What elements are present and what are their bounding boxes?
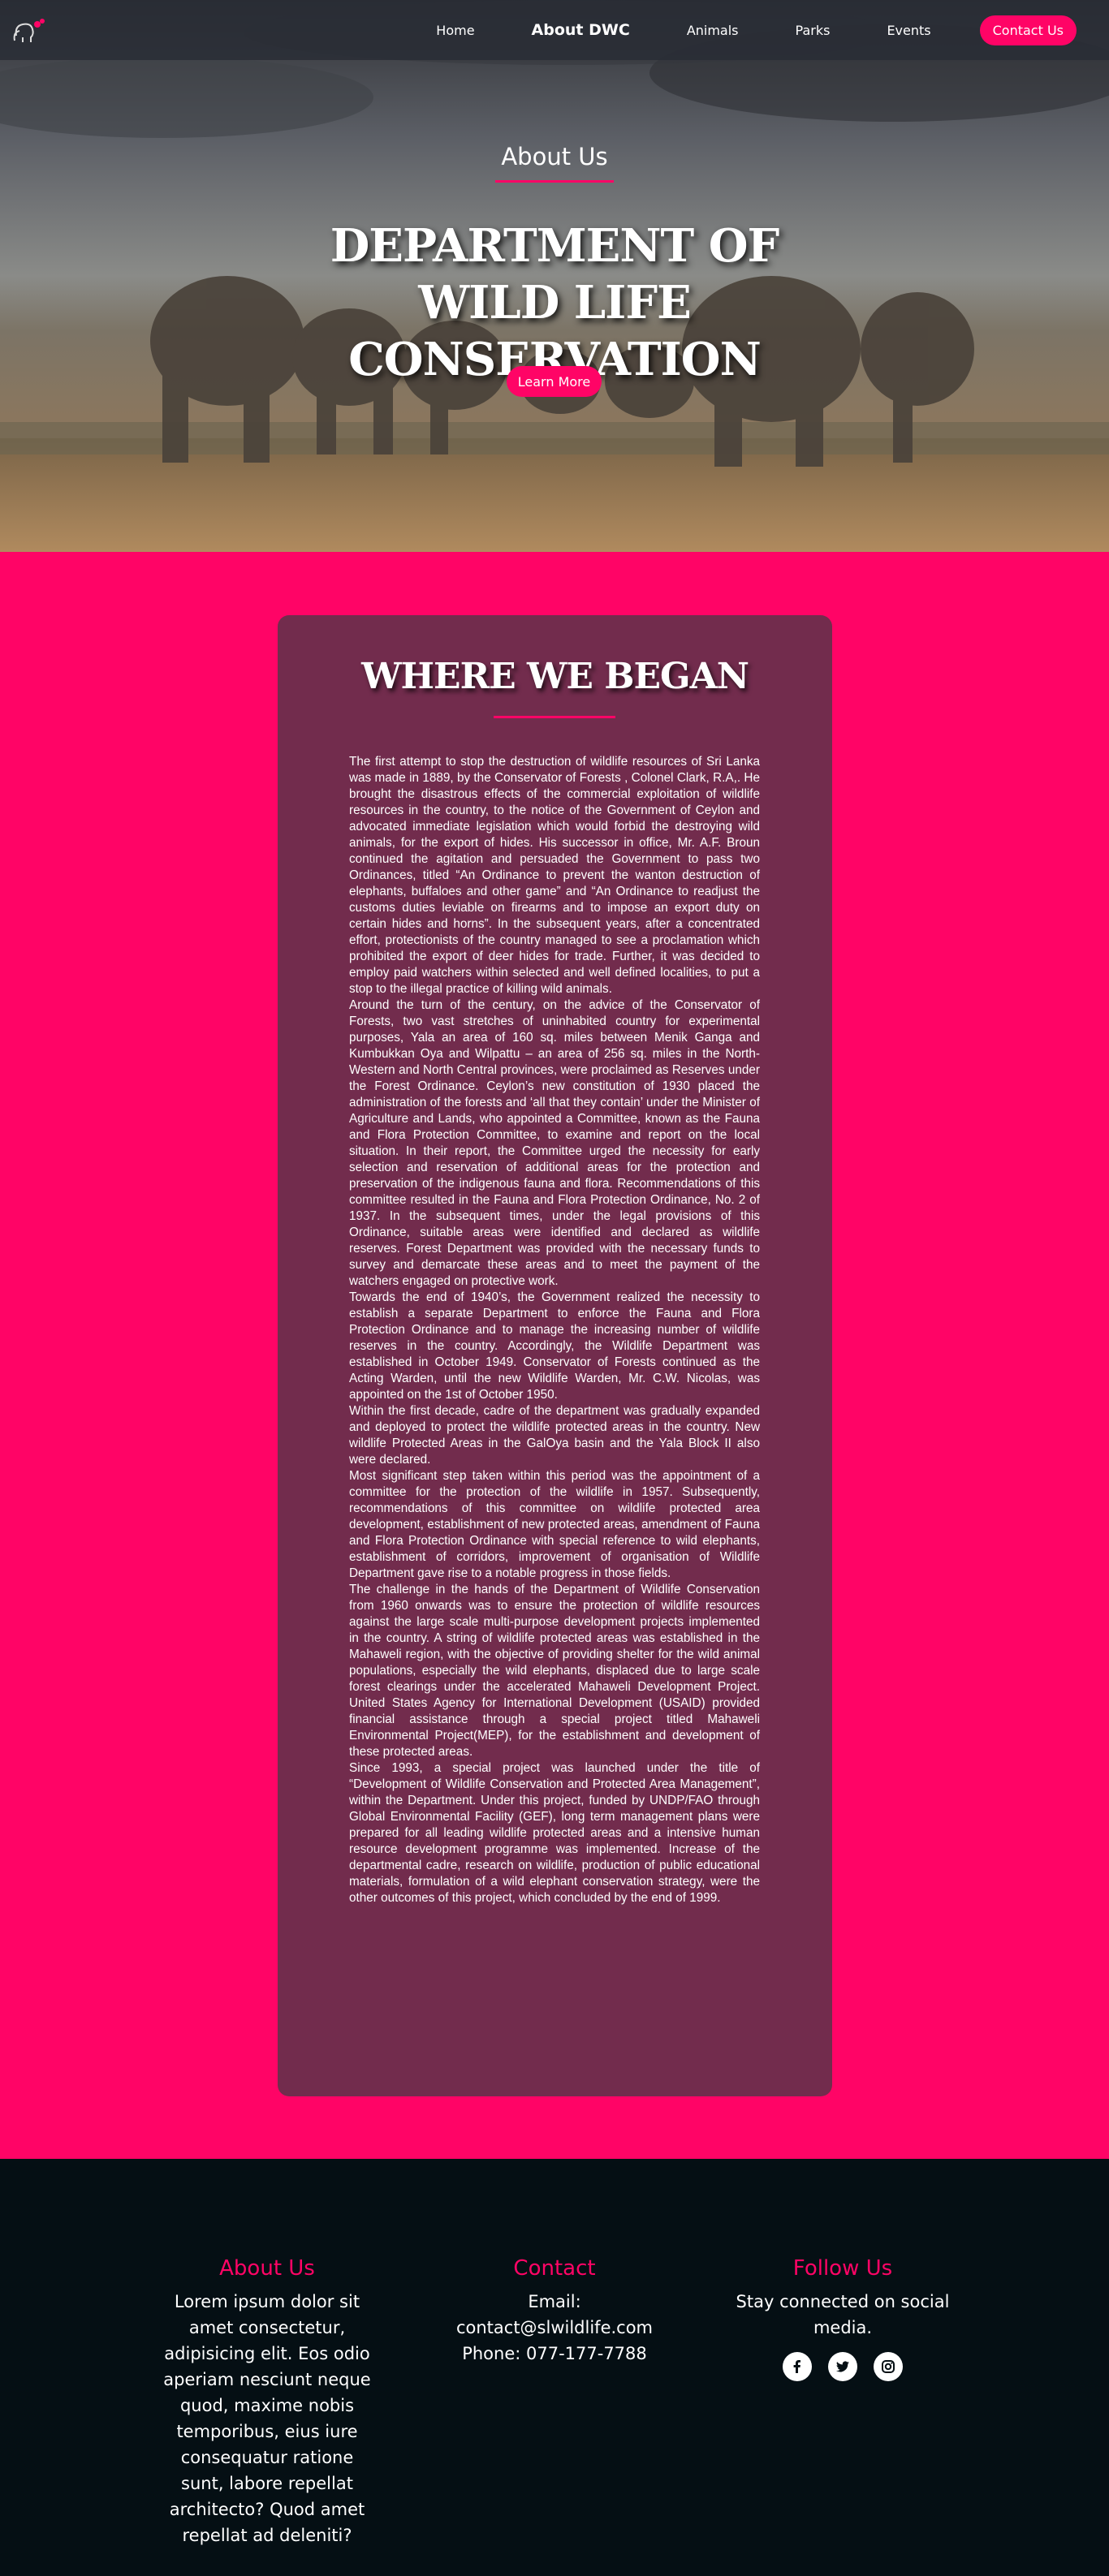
nav-events-link[interactable]: Events bbox=[887, 23, 930, 38]
section-title: WHERE WE BEGAN bbox=[361, 656, 749, 697]
facebook-icon[interactable] bbox=[783, 2352, 812, 2381]
history-text: The first attempt to stop the destructio… bbox=[349, 754, 760, 1906]
contact-us-button[interactable]: Contact Us bbox=[979, 15, 1077, 45]
site-footer: About Us Lorem ipsum dolor sit amet cons… bbox=[0, 2159, 1109, 2576]
history-paragraph: Since 1993, a special project was launch… bbox=[349, 1761, 760, 1905]
history-paragraph: Within the first decade, cadre of the de… bbox=[349, 1404, 760, 1467]
nav-parks-link[interactable]: Parks bbox=[796, 23, 831, 38]
history-paragraph: Around the turn of the century, on the a… bbox=[349, 998, 760, 1288]
hero-subtitle: About Us bbox=[501, 143, 608, 170]
footer-phone: Phone: 077-177-7788 bbox=[462, 2344, 647, 2363]
footer-follow-text: Stay connected on social media. bbox=[736, 2292, 950, 2337]
twitter-icon[interactable] bbox=[828, 2352, 857, 2381]
hero-banner: About Us DEPARTMENT OF WILD LIFE CONSERV… bbox=[0, 0, 1109, 552]
instagram-icon[interactable] bbox=[874, 2352, 903, 2381]
social-links bbox=[733, 2352, 952, 2381]
footer-about-text: Lorem ipsum dolor sit amet consectetur, … bbox=[163, 2292, 371, 2545]
history-paragraph: The first attempt to stop the destructio… bbox=[349, 755, 760, 996]
footer-contact: Contact Email: contact@slwildlife.com Ph… bbox=[441, 2256, 668, 2367]
section-divider bbox=[494, 716, 615, 718]
history-paragraph: Towards the end of 1940’s, the Governmen… bbox=[349, 1290, 760, 1402]
nav-animals-link[interactable]: Animals bbox=[687, 23, 739, 38]
nav-about-link[interactable]: About DWC bbox=[532, 21, 630, 39]
footer-about: About Us Lorem ipsum dolor sit amet cons… bbox=[158, 2256, 377, 2548]
history-paragraph: Most significant step taken within this … bbox=[349, 1469, 760, 1580]
hero-divider bbox=[495, 180, 614, 183]
nav-home-link[interactable]: Home bbox=[436, 23, 474, 38]
elephant-logo-icon[interactable] bbox=[10, 15, 47, 45]
footer-email[interactable]: contact@slwildlife.com bbox=[441, 2315, 668, 2341]
footer-follow: Follow Us Stay connected on social media… bbox=[733, 2256, 952, 2381]
history-section: WHERE WE BEGAN The first attempt to stop… bbox=[0, 552, 1109, 2159]
history-card: WHERE WE BEGAN The first attempt to stop… bbox=[278, 615, 832, 2096]
top-navbar: Home About DWC Animals Parks Events Cont… bbox=[0, 0, 1109, 60]
footer-contact-title: Contact bbox=[513, 2256, 596, 2281]
footer-about-title: About Us bbox=[219, 2256, 315, 2281]
hero-title: DEPARTMENT OF WILD LIFE CONSERVATION bbox=[330, 219, 780, 386]
learn-more-button[interactable]: Learn More bbox=[507, 366, 602, 397]
footer-follow-title: Follow Us bbox=[792, 2256, 893, 2281]
history-paragraph: The challenge in the hands of the Depart… bbox=[349, 1583, 760, 1759]
footer-email-label: Email: bbox=[528, 2292, 581, 2311]
